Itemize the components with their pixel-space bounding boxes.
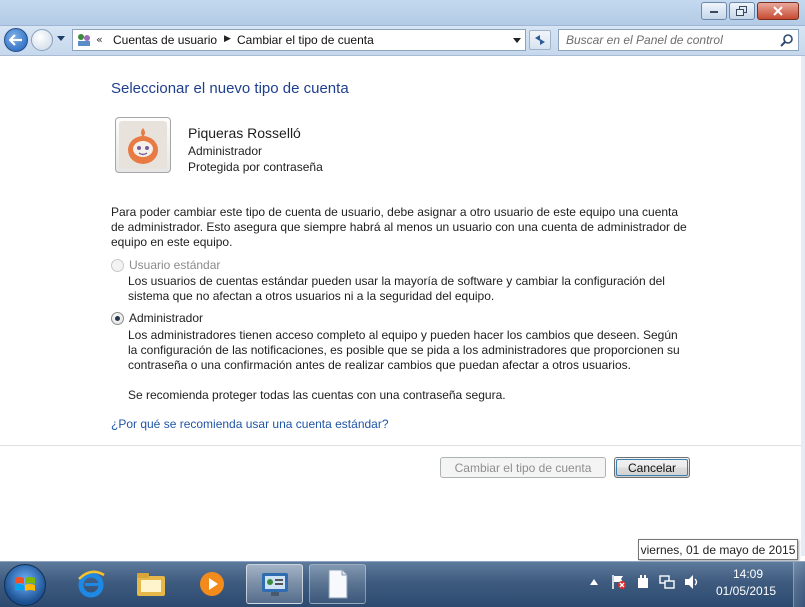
taskbar-internet-explorer[interactable] [62, 564, 119, 604]
user-account-type: Administrador [188, 144, 263, 158]
back-arrow-icon [9, 34, 22, 46]
radio-label-administrator: Administrador [129, 311, 204, 325]
taskbar-file-explorer[interactable] [122, 564, 179, 604]
help-link-standard-account[interactable]: ¿Por qué se recomienda usar una cuenta e… [111, 417, 389, 431]
standard-user-description: Los usuarios de cuentas estándar pueden … [128, 274, 665, 303]
taskbar: 14:09 01/05/2015 [0, 561, 805, 607]
radio-label-standard: Usuario estándar [129, 258, 221, 272]
restore-button[interactable] [729, 2, 755, 20]
windows-start-icon [15, 577, 35, 591]
breadcrumb-item-user-accounts[interactable]: Cuentas de usuario [113, 33, 217, 47]
page-title: Seleccionar el nuevo tipo de cuenta [111, 80, 349, 97]
user-name: Piqueras Rosselló [188, 125, 301, 141]
start-button[interactable] [4, 564, 46, 606]
radio-standard-user[interactable]: Usuario estándar [111, 258, 220, 272]
file-explorer-icon [136, 573, 165, 596]
search-icon[interactable] [780, 33, 794, 47]
user-picture-icon [128, 128, 158, 164]
search-box[interactable] [558, 29, 799, 51]
control-panel-icon [261, 573, 288, 596]
window-controls [701, 2, 799, 20]
intro-text: Para poder cambiar este tipo de cuenta d… [111, 205, 687, 249]
clock-time[interactable]: 14:09 [733, 567, 763, 581]
clock-date[interactable]: 01/05/2015 [716, 584, 776, 598]
date-tooltip: viernes, 01 de mayo de 2015 [638, 539, 798, 560]
footer-divider [0, 445, 801, 446]
radio-administrator[interactable]: Administrador [111, 311, 203, 325]
control-panel-icon [78, 34, 90, 46]
breadcrumb-separator-icon[interactable]: ▶ [224, 34, 231, 44]
show-desktop-button[interactable] [793, 562, 805, 607]
window-right-edge [801, 56, 805, 556]
forward-button[interactable] [31, 29, 53, 51]
recent-pages-dropdown[interactable] [57, 36, 65, 41]
password-recommendation: Se recomienda proteger todas las cuentas… [128, 388, 506, 402]
close-icon [773, 6, 783, 16]
refresh-button[interactable] [529, 30, 551, 50]
main-content: Seleccionar el nuevo tipo de cuenta Piqu… [0, 57, 801, 559]
radio-button-administrator[interactable] [111, 311, 124, 325]
administrator-description: Los administradores tienen acceso comple… [128, 328, 680, 372]
radio-button-standard[interactable] [111, 258, 124, 272]
power-icon[interactable] [636, 574, 650, 590]
user-password-status: Protegida por contraseña [188, 160, 323, 174]
refresh-icon [535, 35, 545, 45]
media-player-icon [199, 572, 224, 596]
navigation-bar: « Cuentas de usuario ▶ Cambiar el tipo d… [0, 26, 805, 56]
address-bar[interactable]: « Cuentas de usuario ▶ Cambiar el tipo d… [72, 29, 526, 51]
network-icon[interactable] [659, 574, 675, 590]
breadcrumb-overflow-icon[interactable]: « [96, 33, 103, 46]
minimize-button[interactable] [701, 2, 727, 20]
taskbar-media-player[interactable] [183, 564, 240, 604]
address-dropdown-icon[interactable] [513, 38, 521, 43]
close-button[interactable] [757, 2, 799, 20]
back-button[interactable] [4, 28, 28, 52]
cancel-button[interactable]: Cancelar [614, 457, 690, 478]
volume-icon[interactable] [684, 574, 700, 590]
minimize-icon [710, 11, 718, 13]
change-account-type-button[interactable]: Cambiar el tipo de cuenta [440, 457, 606, 478]
search-input[interactable] [559, 30, 774, 50]
user-avatar [115, 117, 171, 173]
taskbar-control-panel[interactable] [246, 564, 303, 604]
restore-icon [736, 6, 747, 16]
breadcrumb-item-change-account-type[interactable]: Cambiar el tipo de cuenta [237, 33, 374, 47]
document-icon [328, 569, 347, 599]
show-hidden-icons-arrow[interactable] [590, 579, 598, 585]
taskbar-document[interactable] [309, 564, 366, 604]
internet-explorer-icon [77, 570, 105, 598]
action-center-flag-icon[interactable] [611, 574, 627, 590]
title-bar [0, 0, 805, 26]
